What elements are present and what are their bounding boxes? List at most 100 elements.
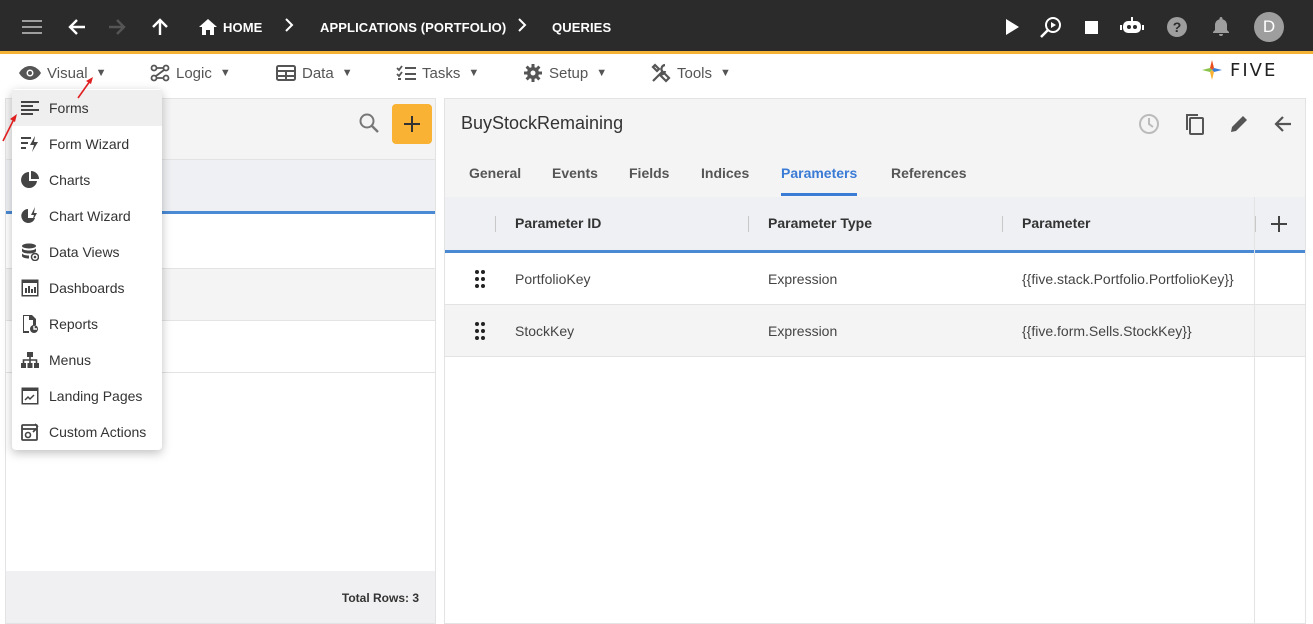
dropdown-item-custom-actions[interactable]: Custom Actions — [12, 414, 162, 450]
stop-icon[interactable] — [1077, 13, 1105, 41]
tab-general[interactable]: General — [469, 149, 521, 197]
hamburger-menu-icon[interactable] — [18, 13, 46, 41]
dropdown-item-label: Chart Wizard — [49, 208, 131, 224]
bell-icon[interactable] — [1207, 13, 1235, 41]
dropdown-item-reports[interactable]: Reports — [12, 306, 162, 342]
annotation-arrow — [77, 77, 93, 99]
play-icon[interactable] — [998, 13, 1026, 41]
menu-logic[interactable]: Logic ▼ — [150, 57, 231, 89]
caret-down-icon: ▼ — [720, 67, 731, 79]
cell-parameter: {{five.stack.Portfolio.PortfolioKey}} — [1022, 271, 1234, 287]
chart-wizard-icon — [20, 206, 40, 226]
add-row-icon[interactable] — [1271, 216, 1287, 237]
form-wizard-icon — [20, 134, 40, 154]
tab-fields[interactable]: Fields — [629, 149, 669, 197]
tab-bar: General Events Fields Indices Parameters… — [445, 149, 1305, 197]
cell-parameter-type: Expression — [768, 323, 838, 339]
dropdown-item-label: Reports — [49, 316, 99, 332]
visual-dropdown-menu: Forms Form Wizard Charts Chart Wizard Da… — [12, 89, 162, 450]
dropdown-item-label: Form Wizard — [49, 136, 130, 152]
logic-icon — [150, 64, 170, 82]
menu-data-label: Data — [302, 64, 334, 82]
chatbot-icon[interactable] — [1118, 13, 1146, 41]
menu-logic-label: Logic — [176, 64, 212, 82]
menu-setup-label: Setup — [549, 64, 589, 82]
column-divider — [1255, 216, 1256, 232]
dropdown-item-label: Dashboards — [49, 280, 125, 296]
breadcrumb-applications[interactable]: APPLICATIONS (PORTFOLIO) — [320, 0, 506, 54]
forms-icon — [20, 98, 40, 118]
history-icon[interactable] — [1136, 111, 1162, 137]
column-header-parameter[interactable]: Parameter — [1022, 197, 1091, 250]
landing-page-icon — [20, 386, 40, 406]
dropdown-item-label: Charts — [49, 172, 91, 188]
chevron-right-icon — [517, 17, 527, 38]
drag-handle-icon[interactable] — [473, 269, 487, 289]
column-header-parameter-type[interactable]: Parameter Type — [768, 197, 872, 250]
dropdown-item-label: Forms — [49, 100, 89, 116]
total-rows: Total Rows: 3 — [341, 591, 419, 605]
dropdown-item-label: Menus — [49, 352, 92, 368]
table-row[interactable]: PortfolioKey Expression {{five.stack.Por… — [445, 253, 1305, 305]
record-header: BuyStockRemaining — [445, 99, 1305, 149]
gear-icon — [524, 64, 542, 82]
menu-tools[interactable]: Tools ▼ — [651, 57, 731, 89]
dashboard-icon — [20, 278, 40, 298]
breadcrumb-home[interactable]: HOME — [223, 0, 262, 54]
table-icon — [276, 65, 296, 81]
five-logo: FIVE — [1200, 57, 1277, 83]
up-arrow-icon[interactable] — [146, 13, 174, 41]
dropdown-item-landing-pages[interactable]: Landing Pages — [12, 378, 162, 414]
grid-right-border — [1254, 197, 1255, 624]
run-search-icon[interactable] — [1037, 13, 1065, 41]
dropdown-item-form-wizard[interactable]: Form Wizard — [12, 126, 162, 162]
menu-setup[interactable]: Setup ▼ — [523, 57, 607, 89]
menu-tools-label: Tools — [677, 64, 713, 82]
caret-down-icon: ▼ — [219, 67, 231, 79]
chevron-right-icon — [284, 17, 294, 38]
tab-references[interactable]: References — [891, 149, 967, 197]
dropdown-item-label: Landing Pages — [49, 388, 143, 404]
menu-bar: Visual ▼ Logic ▼ Data ▼ Tasks ▼ Setup ▼ … — [0, 57, 1313, 89]
right-panel: BuyStockRemaining General Events Fields … — [444, 98, 1306, 624]
menu-data[interactable]: Data ▼ — [276, 57, 353, 89]
tab-parameters[interactable]: Parameters — [781, 149, 858, 196]
dropdown-item-chart-wizard[interactable]: Chart Wizard — [12, 198, 162, 234]
cell-parameter: {{five.form.Sells.StockKey}} — [1022, 323, 1192, 339]
eye-icon — [19, 66, 41, 80]
help-icon[interactable]: ? — [1163, 13, 1191, 41]
grid-header: Parameter ID Parameter Type Parameter — [445, 197, 1305, 253]
reports-icon — [20, 314, 40, 334]
forward-arrow-icon[interactable] — [103, 13, 131, 41]
column-header-parameter-id[interactable]: Parameter ID — [515, 197, 601, 250]
caret-down-icon: ▼ — [95, 67, 107, 79]
edit-icon[interactable] — [1226, 111, 1252, 137]
dropdown-item-dashboards[interactable]: Dashboards — [12, 270, 162, 306]
tools-icon — [651, 63, 671, 83]
annotation-arrow — [2, 114, 17, 142]
user-avatar[interactable]: D — [1254, 12, 1284, 42]
svg-text:?: ? — [1173, 19, 1182, 35]
top-bar: HOME APPLICATIONS (PORTFOLIO) QUERIES ? … — [0, 0, 1313, 54]
checklist-icon — [396, 65, 416, 80]
back-arrow-icon[interactable] — [63, 13, 91, 41]
table-row[interactable]: StockKey Expression {{five.form.Sells.St… — [445, 305, 1305, 357]
dropdown-item-menus[interactable]: Menus — [12, 342, 162, 378]
cell-parameter-type: Expression — [768, 271, 838, 287]
tab-events[interactable]: Events — [552, 149, 598, 197]
home-icon[interactable] — [194, 13, 222, 41]
copy-icon[interactable] — [1182, 111, 1208, 137]
menu-tasks-label: Tasks — [422, 64, 461, 82]
breadcrumb-queries[interactable]: QUERIES — [552, 0, 611, 54]
back-arrow-icon[interactable] — [1270, 111, 1296, 137]
column-divider — [1002, 216, 1003, 232]
drag-handle-icon[interactable] — [473, 321, 487, 341]
add-button[interactable] — [392, 104, 432, 144]
menu-tasks[interactable]: Tasks ▼ — [396, 57, 479, 89]
search-icon[interactable] — [358, 112, 384, 138]
dropdown-item-data-views[interactable]: Data Views — [12, 234, 162, 270]
tab-indices[interactable]: Indices — [701, 149, 749, 197]
dropdown-item-charts[interactable]: Charts — [12, 162, 162, 198]
cell-parameter-id: StockKey — [515, 323, 575, 339]
left-panel-footer: Total Rows: 3 — [6, 571, 435, 623]
